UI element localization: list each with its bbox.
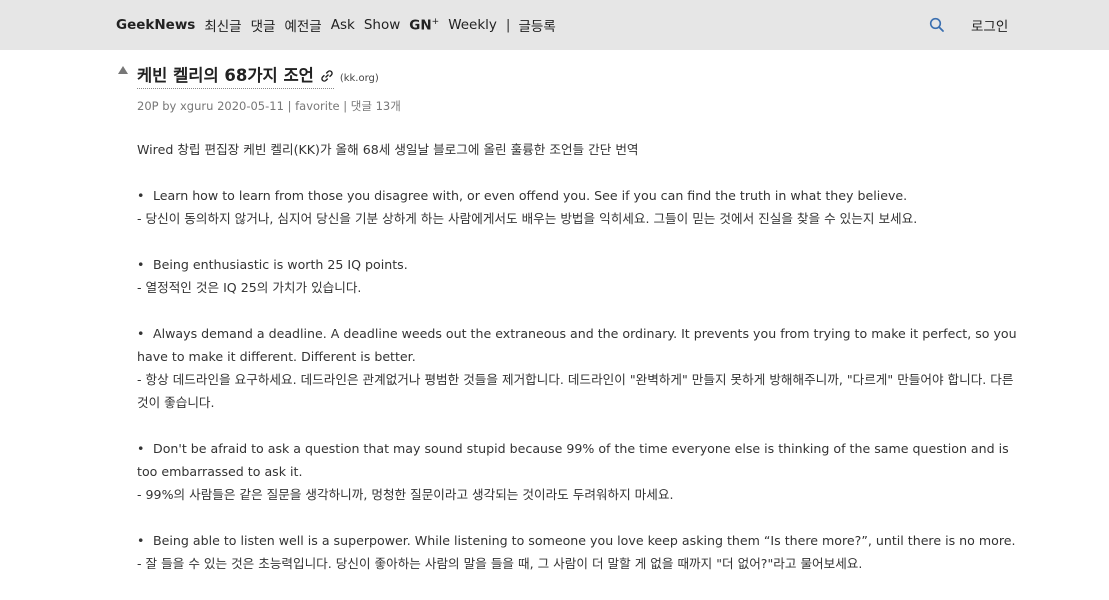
upvote-arrow-icon[interactable] <box>118 66 128 74</box>
search-icon[interactable] <box>929 17 945 33</box>
bullet-ko: - 99%의 사람들은 같은 질문을 생각하니까, 멍청한 질문이라고 생각되는… <box>137 487 674 502</box>
gn-plus-sup: + <box>431 16 440 27</box>
bullet-en-text: Learn how to learn from those you disagr… <box>153 188 908 203</box>
nav-item-past[interactable]: 예전글 <box>284 15 321 35</box>
bullet-icon: • <box>137 326 145 341</box>
bullet-icon: • <box>137 533 145 548</box>
main-nav: GeekNews 최신글 댓글 예전글 Ask Show GN+ Weekly … <box>116 0 565 50</box>
favorite-link[interactable]: favorite <box>295 99 339 113</box>
nav-item-latest[interactable]: 최신글 <box>204 15 241 35</box>
bullet-en: • Don't be afraid to ask a question that … <box>137 437 1022 483</box>
nav-item-comments[interactable]: 댓글 <box>251 15 276 35</box>
bullet-en-text: Being enthusiastic is worth 25 IQ points… <box>153 257 408 272</box>
bullet-en: • Being able to listen well is a superpow… <box>137 529 1022 552</box>
story-date: 2020-05-11 <box>217 99 284 113</box>
bullet-icon: • <box>137 257 145 272</box>
nav-separator: | <box>505 17 511 33</box>
nav-item-submit[interactable]: 글등록 <box>518 15 555 35</box>
meta-separator: | <box>287 99 292 113</box>
bullet-en-text: Always demand a deadline. A deadline wee… <box>137 326 1017 364</box>
bullet-en-text: Don't be afraid to ask a question that m… <box>137 441 1009 479</box>
story-title-row: 케빈 켈리의 68가지 조언 (kk.org) <box>137 62 379 89</box>
story-title-link[interactable]: 케빈 켈리의 68가지 조언 <box>137 62 334 89</box>
story-content: Wired 창립 편집장 케빈 켈리(KK)가 올해 68세 생일날 블로그에 … <box>137 138 1022 575</box>
bullet-ko: - 잘 들을 수 있는 것은 초능력입니다. 당신이 좋아하는 사람의 말을 들… <box>137 556 863 571</box>
bullet-en: • Being enthusiastic is worth 25 IQ point… <box>137 253 1022 276</box>
bullet-en: • Always demand a deadline. A deadline we… <box>137 322 1022 368</box>
story-meta: 20P by xguru 2020-05-11 | favorite | 댓글 … <box>137 98 401 114</box>
nav-item-ask[interactable]: Ask <box>331 17 355 33</box>
brand-logo-link[interactable]: GeekNews <box>116 17 195 33</box>
nav-item-gn-plus[interactable]: GN+ <box>409 17 439 34</box>
login-link[interactable]: 로그인 <box>971 15 1008 35</box>
meta-separator: | <box>343 99 348 113</box>
story-domain-link[interactable]: (kk.org) <box>340 73 379 84</box>
bullet-icon: • <box>137 441 145 456</box>
top-navigation-bar: GeekNews 최신글 댓글 예전글 Ask Show GN+ Weekly … <box>0 0 1109 50</box>
intro-paragraph: Wired 창립 편집장 케빈 켈리(KK)가 올해 68세 생일날 블로그에 … <box>137 142 639 157</box>
story-by-label: by <box>162 99 177 113</box>
gn-label: GN <box>409 17 432 34</box>
story-points: 20P <box>137 99 159 113</box>
link-icon <box>321 70 333 82</box>
bullet-ko: - 열정적인 것은 IQ 25의 가치가 있습니다. <box>137 280 362 295</box>
bullet-icon: • <box>137 188 145 203</box>
bullet-en: • Learn how to learn from those you disag… <box>137 184 1022 207</box>
bullet-ko: - 항상 데드라인을 요구하세요. 데드라인은 관계없거나 평범한 것들을 제거… <box>137 372 1014 410</box>
comments-link[interactable]: 댓글 13개 <box>351 99 401 113</box>
nav-item-show[interactable]: Show <box>364 17 400 33</box>
story-title-text: 케빈 켈리의 68가지 조언 <box>137 66 314 85</box>
bullet-ko: - 당신이 동의하지 않거나, 심지어 당신을 기분 상하게 하는 사람에게서도… <box>137 211 918 226</box>
story-author-link[interactable]: xguru <box>180 99 213 113</box>
bullet-en-text: Being able to listen well is a superpowe… <box>153 533 1016 548</box>
nav-item-weekly[interactable]: Weekly <box>448 17 497 33</box>
